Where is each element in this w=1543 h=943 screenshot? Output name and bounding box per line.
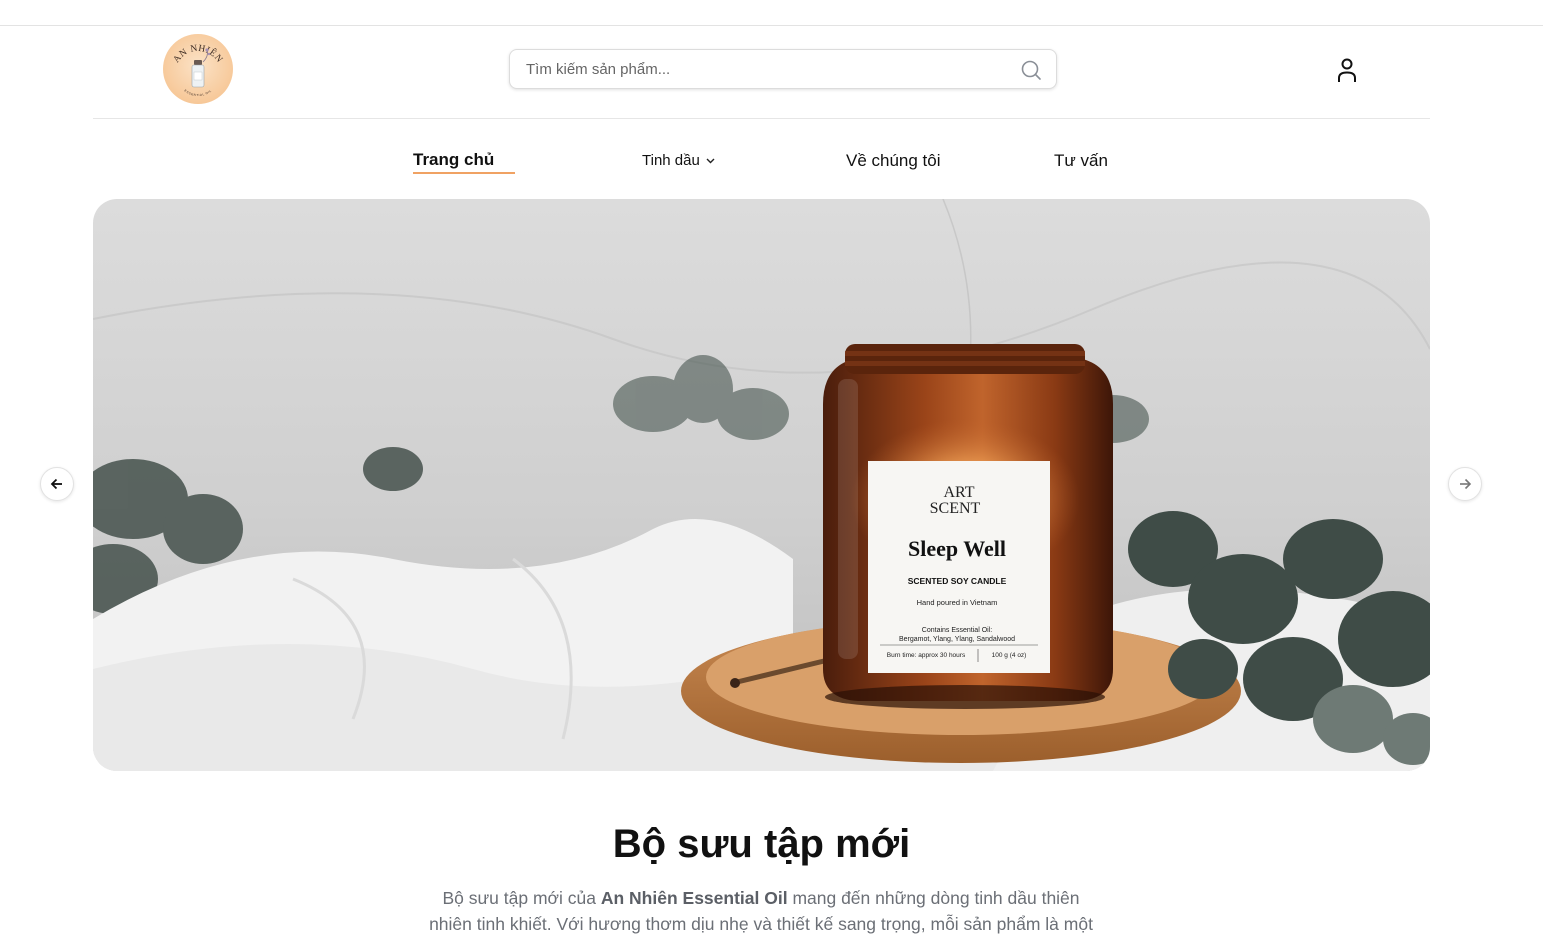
desc-intro: Bộ sưu tập mới của	[442, 888, 601, 908]
label-burn-time: Burn time: approx 30 hours	[887, 652, 966, 659]
nav-active-indicator	[413, 172, 515, 174]
arrow-left-icon	[50, 478, 62, 490]
nav-item-essential-oils[interactable]: Tinh dầu	[642, 152, 715, 169]
arrow-right-icon	[1460, 478, 1472, 490]
header-divider	[93, 118, 1430, 119]
svg-text:ESSENTIAL OIL: ESSENTIAL OIL	[184, 89, 213, 98]
site-logo[interactable]: AN NHIÊN ESSENTIAL OIL	[163, 34, 233, 104]
nav-item-consult[interactable]: Tư vấn	[1054, 151, 1108, 171]
section-description: Bộ sưu tập mới của An Nhiên Essential Oi…	[421, 885, 1101, 937]
top-strip	[0, 0, 1543, 26]
nav-item-label: Tinh dầu	[642, 152, 700, 169]
hero-banner: ART SCENT Sleep Well SCENTED SOY CANDLE …	[93, 199, 1430, 771]
section-title: Bộ sưu tập mới	[612, 822, 911, 866]
candle-label: ART SCENT Sleep Well SCENTED SOY CANDLE …	[868, 461, 1050, 673]
search-box	[509, 49, 1057, 89]
nav-item-home[interactable]: Trang chủ	[413, 150, 494, 170]
label-contains-title: Contains Essential Oil:	[922, 627, 992, 634]
label-brand-2: SCENT	[930, 500, 981, 517]
label-weight: 100 g (4 oz)	[992, 652, 1027, 659]
search-input[interactable]	[526, 50, 1006, 88]
nav-item-about[interactable]: Về chúng tôi	[846, 151, 941, 171]
desc-brand: An Nhiên Essential Oil	[600, 888, 788, 908]
label-product-name: Sleep Well	[908, 536, 1006, 561]
hero-prev-button[interactable]	[40, 467, 74, 501]
user-icon[interactable]	[1334, 56, 1360, 84]
chevron-down-icon	[706, 158, 715, 164]
hero-next-button[interactable]	[1448, 467, 1482, 501]
label-contains-list: Bergamot, Ylang, Ylang, Sandalwood	[899, 636, 1015, 643]
label-brand-1: ART	[943, 484, 974, 501]
label-origin: Hand poured in Vietnam	[917, 598, 998, 607]
search-icon[interactable]	[1020, 59, 1042, 81]
logo-subtext: ESSENTIAL OIL	[184, 89, 212, 98]
label-product-type: SCENTED SOY CANDLE	[908, 576, 1007, 586]
